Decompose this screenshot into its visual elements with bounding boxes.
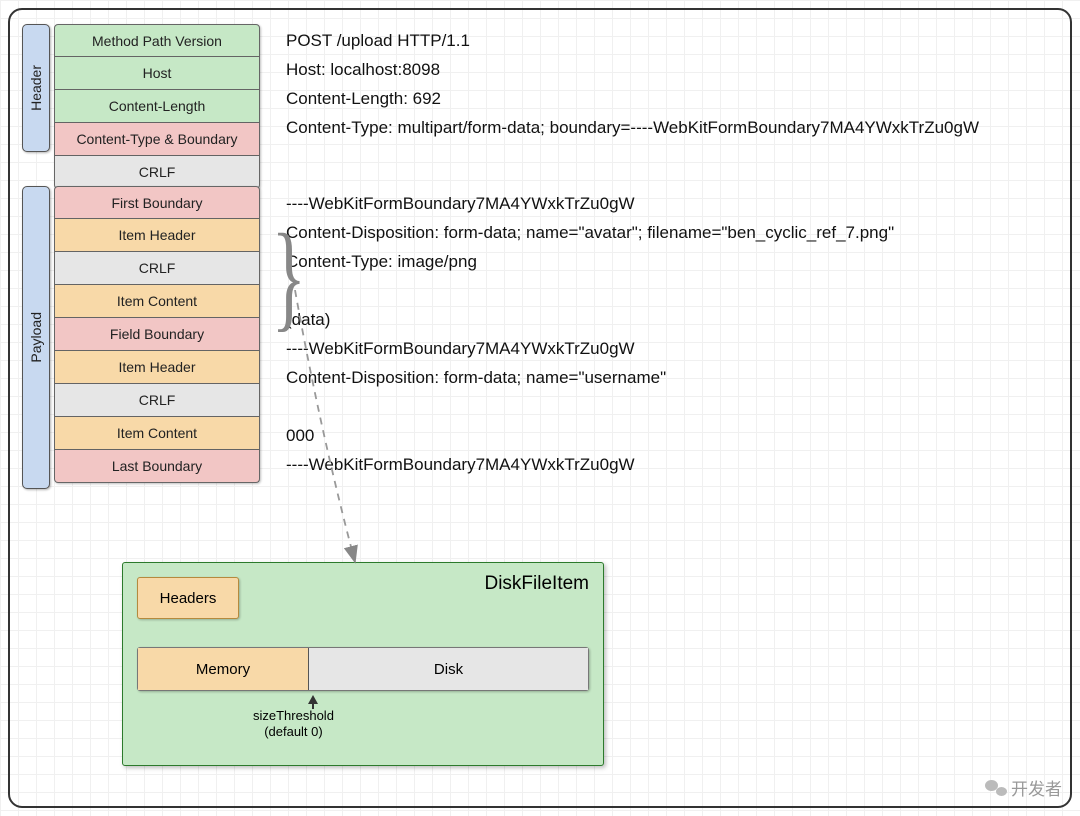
http-line-clen: Content-Length: 692 bbox=[286, 84, 979, 113]
row-item-content-2: Item Content bbox=[54, 417, 260, 450]
row-method-path-version: Method Path Version bbox=[54, 24, 260, 57]
http-line-host: Host: localhost:8098 bbox=[286, 55, 979, 84]
row-content-length: Content-Length bbox=[54, 90, 260, 123]
payload-label: Payload bbox=[22, 186, 50, 489]
header-label: Header bbox=[22, 24, 50, 152]
diskfileitem-bar: Memory Disk bbox=[137, 647, 589, 691]
row-crlf-3: CRLF bbox=[54, 384, 260, 417]
header-stack: Method Path Version Host Content-Length … bbox=[54, 24, 260, 189]
diskfileitem-box: DiskFileItem Headers Memory Disk sizeThr… bbox=[122, 562, 604, 766]
diskfileitem-disk: Disk bbox=[309, 648, 588, 690]
threshold-label: sizeThreshold (default 0) bbox=[253, 708, 334, 739]
row-content-type-boundary: Content-Type & Boundary bbox=[54, 123, 260, 156]
row-item-content-1: Item Content bbox=[54, 285, 260, 318]
diskfileitem-title: DiskFileItem bbox=[484, 573, 589, 595]
row-first-boundary: First Boundary bbox=[54, 186, 260, 219]
payload-stack: First Boundary Item Header CRLF Item Con… bbox=[54, 186, 260, 483]
wechat-icon bbox=[985, 779, 1007, 797]
http-line-method: POST /upload HTTP/1.1 bbox=[286, 26, 979, 55]
watermark: 开发者 bbox=[985, 775, 1062, 800]
http-line-ct1: Content-Type: image/png bbox=[286, 247, 979, 276]
row-crlf-2: CRLF bbox=[54, 252, 260, 285]
row-crlf-1: CRLF bbox=[54, 156, 260, 189]
http-line-b1: ----WebKitFormBoundary7MA4YWxkTrZu0gW bbox=[286, 189, 979, 218]
http-line-ctype: Content-Type: multipart/form-data; bound… bbox=[286, 113, 979, 142]
http-line-cd1: Content-Disposition: form-data; name="av… bbox=[286, 218, 979, 247]
row-host: Host bbox=[54, 57, 260, 90]
diskfileitem-headers: Headers bbox=[137, 577, 239, 619]
arrow-to-diskfileitem bbox=[270, 290, 390, 580]
row-item-header-2: Item Header bbox=[54, 351, 260, 384]
row-field-boundary: Field Boundary bbox=[54, 318, 260, 351]
diskfileitem-memory: Memory bbox=[138, 648, 309, 690]
row-item-header-1: Item Header bbox=[54, 219, 260, 252]
row-last-boundary: Last Boundary bbox=[54, 450, 260, 483]
